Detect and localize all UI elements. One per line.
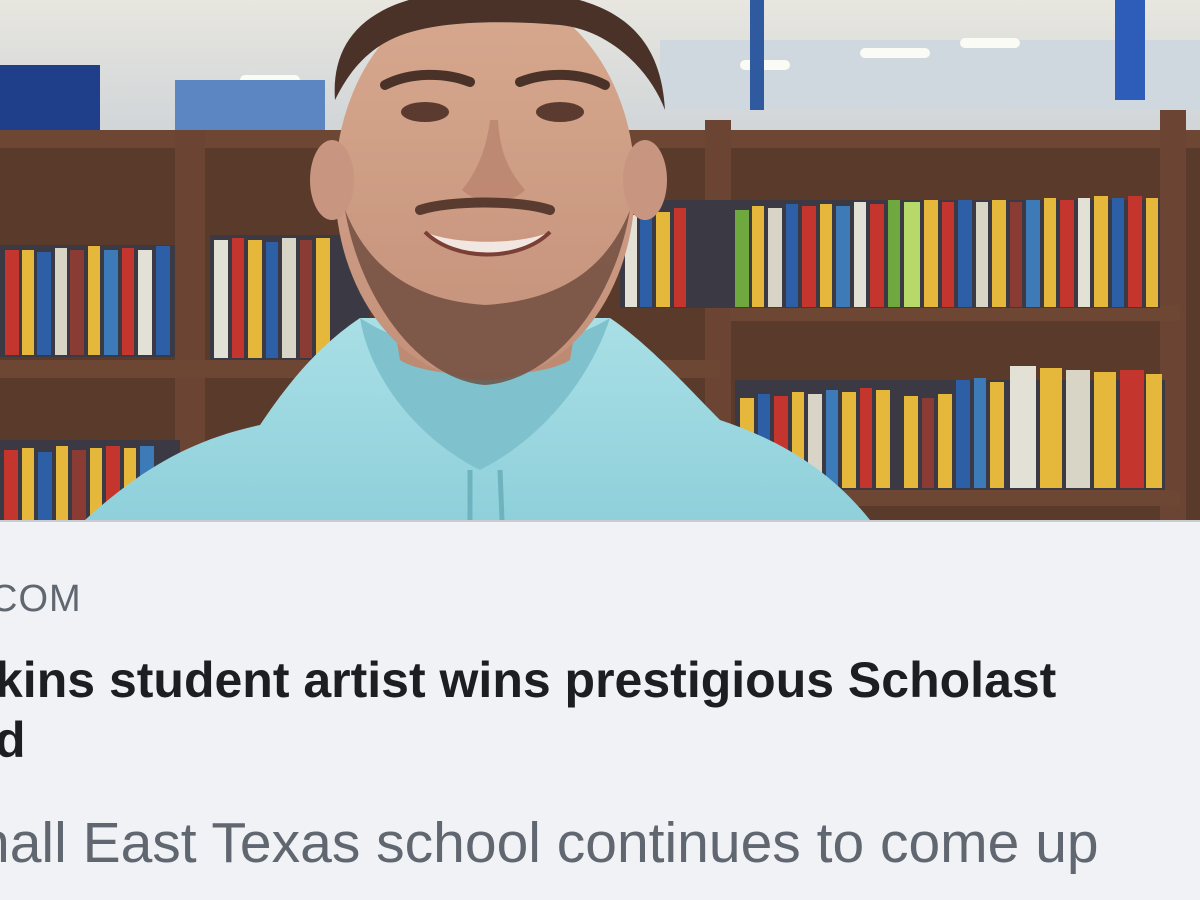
preview-photo-graphic — [0, 0, 1200, 520]
description: nall East Texas school continues to come… — [0, 811, 1099, 875]
headline[interactable]: kins student artist wins prestigious Sch… — [0, 650, 1056, 770]
preview-image[interactable] — [0, 0, 1200, 520]
link-preview-card[interactable]: COM kins student artist wins prestigious… — [0, 0, 1200, 900]
image-divider — [0, 520, 1200, 522]
headline-line-2: d — [0, 712, 26, 768]
source-domain: COM — [0, 578, 82, 620]
headline-line-1: kins student artist wins prestigious Sch… — [0, 652, 1057, 708]
